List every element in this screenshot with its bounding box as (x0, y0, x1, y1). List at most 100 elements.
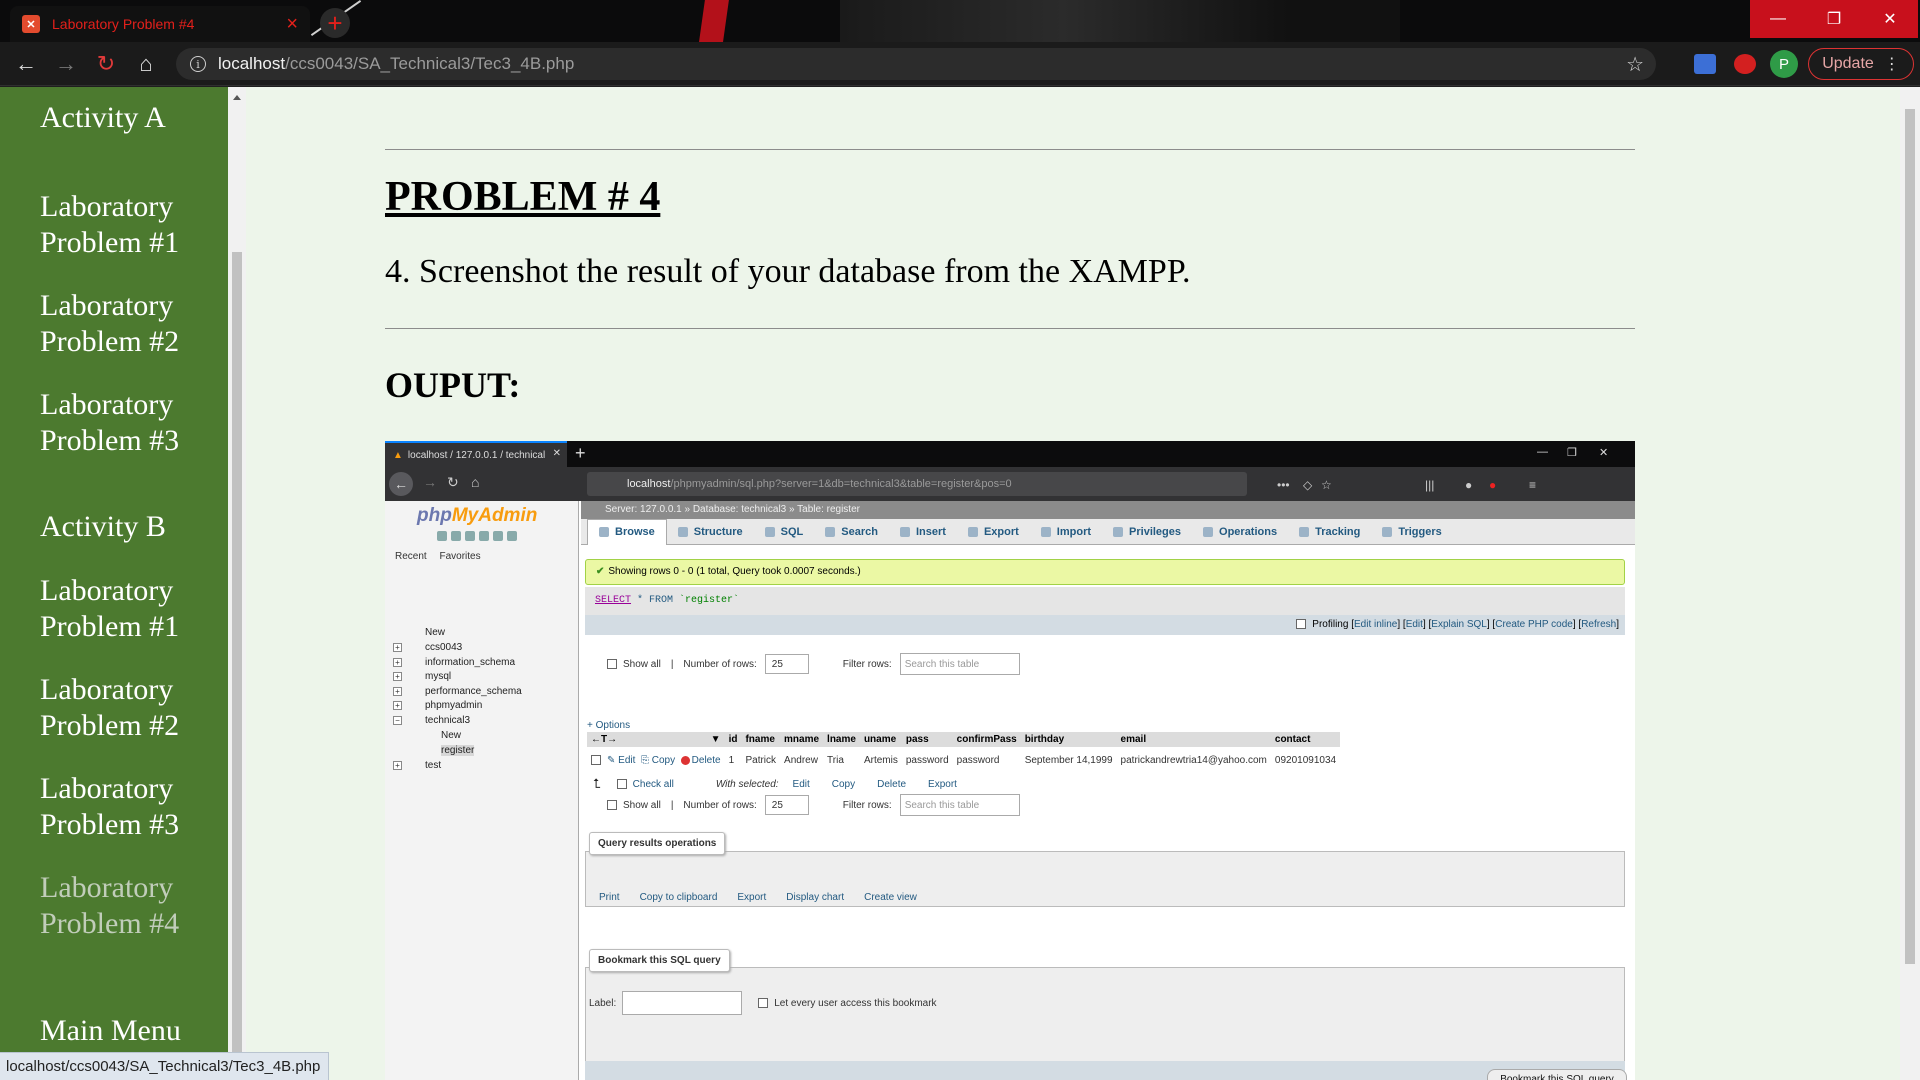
ss-library-icon: ||| (1425, 478, 1435, 492)
ss-tab-insert: Insert (889, 519, 957, 545)
ss-close-icon: ✕ (1599, 447, 1609, 459)
ss-url-host: localhost (627, 478, 671, 490)
ss-url-path: /phpmyadmin/sql.php?server=1&db=technica… (670, 478, 1012, 490)
extension-screen-icon[interactable] (1694, 54, 1716, 74)
bookmark-star-icon[interactable]: ☆ (1626, 52, 1644, 77)
ss-expand-icon: + (393, 687, 402, 696)
ss-new-tab-icon: + (575, 443, 586, 463)
ss-pma-logo: phpMyAdmin (417, 505, 537, 527)
ss-sql-icon (764, 526, 775, 537)
ss-browser-tabbar: ▲ localhost / 127.0.0.1 / technical ✕ + … (385, 441, 1635, 467)
ss-tab-import: Import (1030, 519, 1102, 545)
scroll-up-arrow-icon[interactable] (233, 95, 241, 100)
ss-delete-icon (680, 755, 690, 765)
browser-tab-title: Laboratory Problem #4 (52, 16, 195, 32)
ss-tab-triggers: Triggers (1371, 519, 1452, 545)
ss-check-icon: ✔ (596, 566, 605, 577)
ss-filter-input: Search this table (899, 794, 1020, 816)
ss-reload-icon: ↻ (447, 474, 459, 490)
ss-restore-icon: ❐ (1567, 447, 1577, 459)
ss-pma-quick-icons (437, 531, 527, 543)
ss-tree-db: test (425, 760, 442, 771)
ss-rows-select: 25 (764, 795, 809, 815)
ss-privileges-icon (1113, 526, 1124, 537)
sidebar-item-b-problem-3[interactable]: Laboratory Problem #3 (40, 771, 220, 843)
sidebar-scrollbar[interactable] (228, 87, 246, 1080)
ss-success-message: ✔ Showing rows 0 - 0 (1 total, Query took… (585, 559, 1625, 585)
sidebar-item-b-problem-4[interactable]: Laboratory Problem #4 (40, 870, 220, 942)
top-divider (385, 149, 1635, 150)
ss-pagination-bottom: Show all | Number of rows: 25 Filter rows… (607, 794, 1020, 816)
middle-divider (385, 328, 1635, 329)
page-scrollbar[interactable] (1900, 87, 1920, 1080)
ss-rows-select: 25 (764, 654, 809, 674)
update-button[interactable]: Update ⋮ (1808, 48, 1914, 80)
ss-pma-left-tabs: Recent Favorites (395, 551, 491, 562)
page-scrollbar-thumb[interactable] (1905, 109, 1915, 964)
ss-account-icon: ● (1465, 478, 1473, 492)
ss-structure-icon (677, 526, 688, 537)
output-screenshot: ▲ localhost / 127.0.0.1 / technical ✕ + … (385, 441, 1635, 1080)
sidebar-item-a-problem-2[interactable]: Laboratory Problem #2 (40, 288, 220, 360)
extension-red-icon[interactable] (1734, 54, 1756, 74)
ss-export-icon (967, 526, 978, 537)
back-arrow-icon[interactable]: ← (10, 48, 42, 80)
ss-addon-icon: ● (1489, 478, 1497, 492)
ss-tab-browse: Browse (587, 518, 667, 545)
sidebar-scrollbar-thumb[interactable] (232, 252, 242, 1052)
sidebar-item-a-problem-1[interactable]: Laboratory Problem #1 (40, 189, 220, 261)
table-row: ✎ Edit ⎘ Copy Delete 1 Patrick Andrew Tria… (587, 747, 1340, 768)
ss-more-icon: ••• (1277, 478, 1290, 492)
ss-logo-myadmin: MyAdmin (451, 505, 538, 526)
ss-forward-icon: → (423, 474, 437, 490)
close-window-button[interactable]: ✕ (1862, 0, 1918, 38)
minimize-window-button[interactable]: — (1750, 0, 1806, 38)
ss-tree-db: ccs0043 (425, 642, 463, 653)
address-bar[interactable]: i localhost/ccs0043/SA_Technical3/Tec3_4… (176, 48, 1656, 80)
sidebar-item-activity-b[interactable]: Activity B (40, 509, 220, 545)
ss-tree-db: phpmyadmin (425, 700, 483, 711)
ss-pma-breadcrumb: Server: 127.0.0.1 » Database: technical3… (581, 501, 1635, 519)
sidebar-item-b-problem-2[interactable]: Laboratory Problem #2 (40, 672, 220, 744)
more-menu-icon[interactable]: ⋮ (1884, 54, 1900, 74)
reload-icon[interactable]: ↻ (90, 48, 122, 80)
home-icon[interactable]: ⌂ (130, 48, 162, 80)
sidebar-item-activity-a[interactable]: Activity A (40, 100, 220, 136)
ss-browser-toolbar: ← → ↻ ⌂ localhost/phpmyadmin/sql.php?ser… (385, 467, 1635, 501)
ss-show-all-checkbox (607, 659, 617, 669)
ss-tab-export: Export (957, 519, 1030, 545)
site-info-icon[interactable]: i (190, 56, 206, 72)
ss-favorites-tab: Favorites (439, 551, 481, 562)
ss-arrow-up-icon: ⮤ (593, 776, 601, 791)
ss-table-header: ←T→ ▼ id fname mname lname uname pass confir… (587, 732, 1341, 747)
tabbar-theme-background (840, 0, 1400, 42)
link-status-bubble: localhost/ccs0043/SA_Technical3/Tec3_4B.… (0, 1052, 330, 1080)
ss-qro-legend: Query results operations (589, 832, 726, 855)
page-viewport: Activity A Laboratory Problem #1 Laborat… (0, 87, 1920, 1080)
profile-avatar[interactable]: P (1770, 50, 1798, 78)
ss-sql-query: SELECT * FROM `register` (585, 587, 1625, 615)
ss-recent-tab: Recent (395, 551, 427, 562)
ss-tab-privileges: Privileges (1102, 519, 1192, 545)
forward-arrow-icon[interactable]: → (50, 48, 82, 80)
ss-tree-new: New (441, 730, 462, 741)
address-host: localhost (218, 54, 286, 73)
ss-tab-sql: SQL (754, 519, 815, 545)
ss-import-icon (1040, 526, 1051, 537)
ss-pocket-icon: ◇ (1303, 478, 1313, 492)
update-button-label: Update (1822, 55, 1874, 72)
ss-tree-table: register (441, 745, 475, 756)
restore-window-button[interactable]: ❐ (1806, 0, 1862, 38)
ss-label-input (622, 991, 743, 1015)
ss-search-icon (825, 526, 836, 537)
sidebar-item-b-problem-1[interactable]: Laboratory Problem #1 (40, 573, 220, 645)
ss-collapse-icon: − (393, 716, 402, 725)
sidebar-item-a-problem-3[interactable]: Laboratory Problem #3 (40, 387, 220, 459)
close-tab-icon[interactable]: × (286, 14, 298, 34)
ss-logo-php: php (417, 505, 452, 526)
sidebar-item-main-menu[interactable]: Main Menu (40, 1013, 220, 1049)
browser-tab-active[interactable]: ✕ Laboratory Problem #4 × (10, 6, 310, 42)
ss-pma-navigation: phpMyAdmin Recent Favorites New + ccs004… (385, 501, 579, 1080)
ss-bookmark-footer (585, 1061, 1625, 1080)
new-tab-button[interactable]: + (320, 8, 350, 38)
